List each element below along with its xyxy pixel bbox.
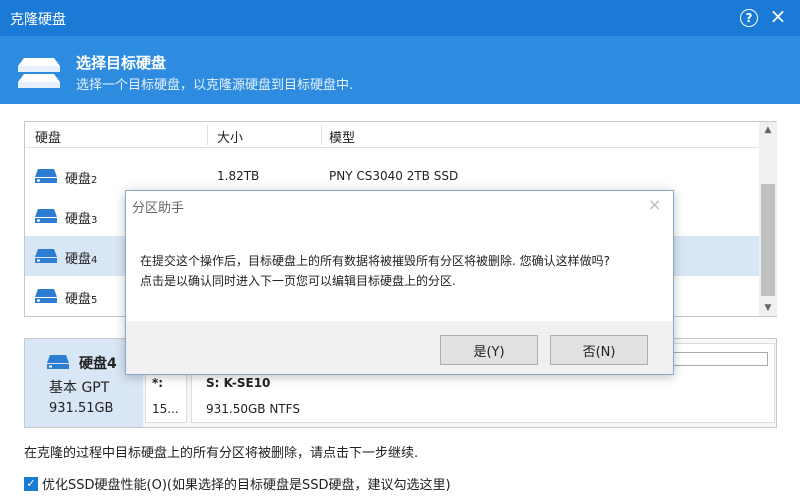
- partition-usage-bar: [662, 352, 768, 366]
- header-subtitle: 选择一个目标硬盘，以克隆源硬盘到目标硬盘中.: [76, 78, 354, 93]
- yes-button[interactable]: 是(Y): [440, 335, 538, 365]
- optimize-ssd-option[interactable]: ✓ 优化SSD硬盘性能(O)(如果选择的目标硬盘是SSD硬盘，建议勾选这里): [24, 474, 451, 493]
- column-size[interactable]: 大小: [217, 127, 243, 146]
- close-icon[interactable]: ×: [768, 4, 788, 28]
- no-button[interactable]: 否(N): [550, 335, 648, 365]
- disk-summary-name: 硬盘4: [79, 356, 117, 372]
- column-model[interactable]: 模型: [329, 127, 355, 146]
- scroll-up-arrow-icon[interactable]: ▲: [759, 122, 777, 138]
- dialog-title: 分区助手: [132, 201, 185, 216]
- partition-size: 931.50GB NTFS: [206, 402, 300, 416]
- disk-summary-capacity: 931.51GB: [49, 401, 114, 416]
- disk-name: 硬盘2: [65, 172, 98, 187]
- optimize-ssd-label[interactable]: 优化SSD硬盘性能(O)(如果选择的目标硬盘是SSD硬盘，建议勾选这里): [42, 474, 451, 493]
- column-disk[interactable]: 硬盘: [35, 127, 61, 146]
- disk-summary-type: 基本 GPT: [49, 380, 110, 396]
- partition-label: *:: [152, 376, 164, 390]
- partition-label: S: K-SE10: [206, 376, 271, 390]
- partition-size: 15...: [152, 402, 179, 416]
- disk-drive-icon: [35, 169, 57, 183]
- dialog-footer: 是(Y) 否(N): [126, 321, 673, 374]
- disk-model: PNY CS3040 2TB SSD: [329, 169, 459, 183]
- header-title: 选择目标硬盘: [76, 54, 167, 72]
- optimize-ssd-checkbox[interactable]: ✓: [24, 476, 38, 491]
- dialog-message-line1: 在提交这个操作后，目标硬盘上的所有数据将被摧毁所有分区将被删除. 您确认这样做吗…: [140, 254, 611, 268]
- window-title: 克隆硬盘: [10, 12, 66, 28]
- scroll-down-arrow-icon[interactable]: ▼: [759, 300, 777, 316]
- disk-drive-icon: [35, 249, 57, 263]
- scrollbar-thumb[interactable]: [761, 184, 775, 296]
- wizard-header: 选择目标硬盘 选择一个目标硬盘，以克隆源硬盘到目标硬盘中.: [0, 36, 800, 104]
- help-icon[interactable]: ?: [740, 9, 758, 27]
- disk-name: 硬盘4: [65, 252, 98, 267]
- confirm-dialog: 分区助手 × 在提交这个操作后，目标硬盘上的所有数据将被摧毁所有分区将被删除. …: [125, 190, 674, 375]
- disk-drive-icon: [47, 355, 69, 369]
- column-separator: [207, 125, 208, 145]
- dialog-close-icon[interactable]: ×: [648, 195, 661, 214]
- disk-name: 硬盘5: [65, 292, 98, 307]
- disk-drive-icon: [35, 289, 57, 303]
- column-separator: [321, 125, 322, 145]
- disk-list-header: 硬盘 大小 模型: [25, 122, 759, 148]
- dialog-message-line2: 点击是以确认同时进入下一页您可以编辑目标硬盘上的分区.: [140, 274, 456, 288]
- disk-name: 硬盘3: [65, 212, 98, 227]
- disk-size: 1.82TB: [217, 169, 260, 183]
- disk-list-scrollbar[interactable]: ▲ ▼: [759, 122, 777, 316]
- disk-drive-icon: [35, 209, 57, 223]
- warning-note: 在克隆的过程中目标硬盘上的所有分区将被删除，请点击下一步继续.: [24, 446, 419, 461]
- title-bar: 克隆硬盘 ? ×: [0, 0, 800, 36]
- disks-icon: [18, 58, 60, 88]
